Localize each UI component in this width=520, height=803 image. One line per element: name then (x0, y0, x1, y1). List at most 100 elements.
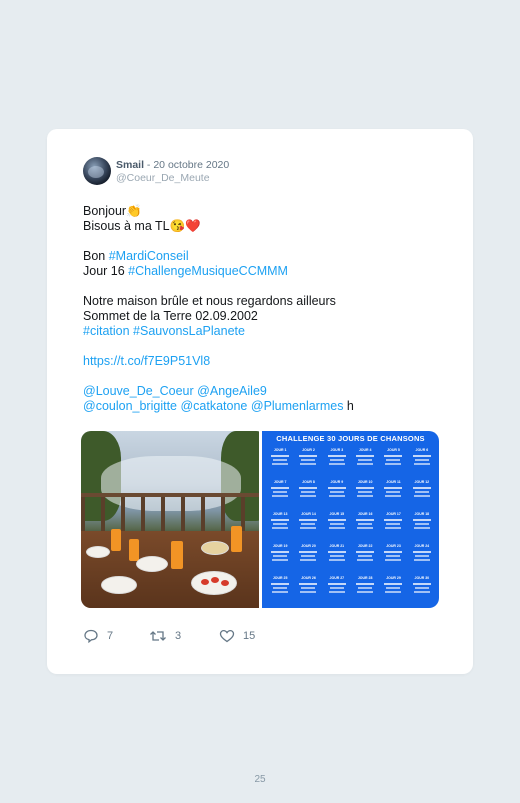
poster-day: JOUR 24 (410, 544, 434, 570)
poster-day: JOUR 27 (325, 576, 349, 602)
poster-day-label: JOUR 21 (329, 544, 345, 548)
tweet-media: CHALLENGE 30 JOURS DE CHANSONS JOUR 1 JOU… (81, 431, 439, 608)
hashtag-link[interactable]: #SauvonsLaPlanete (133, 324, 245, 338)
reply-button[interactable]: 7 (83, 629, 113, 643)
poster-day-label: JOUR 18 (414, 512, 430, 516)
poster-title: CHALLENGE 30 JOURS DE CHANSONS (276, 434, 425, 443)
poster-day: JOUR 14 (296, 512, 320, 538)
author-handle[interactable]: @Coeur_De_Meute (116, 172, 210, 184)
text-line: Bonjour👏 (83, 204, 142, 218)
poster-grid: JOUR 1 JOUR 2 JOUR 3 JOUR 4 JOUR 5 JOUR 6 JOUR… (268, 448, 434, 602)
hashtag-link[interactable]: #MardiConseil (109, 249, 189, 263)
text-line: Bon #MardiConseil (83, 249, 443, 264)
poster-day-label: JOUR 25 (272, 576, 288, 580)
page-number: 25 (254, 774, 266, 785)
text-line: Bisous à ma TL😘❤️ (83, 219, 201, 233)
poster-day-label: JOUR 13 (272, 512, 288, 516)
poster-day: JOUR 23 (381, 544, 405, 570)
poster-day: JOUR 1 (268, 448, 292, 474)
poster-day: JOUR 11 (381, 480, 405, 506)
heart-icon (219, 629, 235, 643)
poster-day-label: JOUR 28 (357, 576, 373, 580)
url-link[interactable]: https://t.co/f7E9P51Vl8 (83, 354, 210, 368)
mention-link[interactable]: @AngeAile9 (197, 384, 267, 398)
poster-day: JOUR 26 (296, 576, 320, 602)
poster-day: JOUR 22 (353, 544, 377, 570)
mention-link[interactable]: @coulon_brigitte (83, 399, 177, 413)
text-span: h (343, 399, 354, 413)
poster-day-label: JOUR 15 (329, 512, 345, 516)
text-line: Sommet de la Terre 02.09.2002 (83, 309, 258, 323)
mention-link[interactable]: @Louve_De_Coeur (83, 384, 194, 398)
poster-day: JOUR 17 (381, 512, 405, 538)
poster-day: JOUR 25 (268, 576, 292, 602)
breakfast-photo[interactable] (81, 431, 259, 608)
poster-day: JOUR 15 (325, 512, 349, 538)
poster-day-label: JOUR 11 (386, 480, 401, 484)
text-line: @Louve_De_Coeur @AngeAile9 (83, 384, 443, 399)
like-button[interactable]: 15 (219, 629, 255, 643)
poster-day-label: JOUR 14 (301, 512, 316, 516)
mention-link[interactable]: @catkatone (180, 399, 247, 413)
mention-link[interactable]: @Plumenlarmes (251, 399, 344, 413)
poster-day-label: JOUR 2 (302, 448, 315, 452)
poster-day: JOUR 8 (296, 480, 320, 506)
text-span: Bon (83, 249, 109, 263)
retweet-count: 3 (175, 630, 182, 642)
poster-day-label: JOUR 29 (386, 576, 401, 580)
poster-day: JOUR 28 (353, 576, 377, 602)
like-count: 15 (243, 630, 256, 642)
poster-day-label: JOUR 6 (415, 448, 429, 452)
tweet-card: Smail - 20 octobre 2020 @Coeur_De_Meute … (47, 129, 473, 674)
poster-day: JOUR 12 (410, 480, 434, 506)
poster-day: JOUR 6 (410, 448, 434, 474)
poster-day: JOUR 21 (325, 544, 349, 570)
text-line: @coulon_brigitte @catkatone @Plumenlarme… (83, 399, 443, 414)
tweet-date: - 20 octobre 2020 (144, 159, 230, 171)
poster-day-label: JOUR 26 (301, 576, 316, 580)
poster-day-label: JOUR 20 (301, 544, 316, 548)
poster-day: JOUR 19 (268, 544, 292, 570)
text-line: Notre maison brûle et nous regardons ail… (83, 294, 336, 308)
avatar[interactable] (83, 157, 111, 185)
poster-day-label: JOUR 16 (357, 512, 373, 516)
poster-day: JOUR 18 (410, 512, 434, 538)
poster-day-label: JOUR 17 (386, 512, 401, 516)
poster-day-label: JOUR 8 (302, 480, 315, 484)
poster-day: JOUR 7 (268, 480, 292, 506)
poster-day: JOUR 2 (296, 448, 320, 474)
retweet-icon (150, 631, 166, 641)
poster-day: JOUR 20 (296, 544, 320, 570)
poster-day-label: JOUR 5 (387, 448, 400, 452)
poster-day: JOUR 29 (381, 576, 405, 602)
poster-day-label: JOUR 24 (414, 544, 430, 548)
poster-day: JOUR 16 (353, 512, 377, 538)
hashtag-link[interactable]: #citation (83, 324, 130, 338)
reply-icon (84, 629, 98, 643)
poster-day-label: JOUR 7 (273, 480, 287, 484)
poster-day-label: JOUR 1 (273, 448, 287, 452)
text-line: https://t.co/f7E9P51Vl8 (83, 354, 443, 369)
hashtag-link[interactable]: #ChallengeMusiqueCCMMM (128, 264, 288, 278)
poster-day-label: JOUR 27 (329, 576, 345, 580)
retweet-button[interactable]: 3 (149, 629, 181, 643)
poster-day-label: JOUR 19 (272, 544, 288, 548)
poster-day: JOUR 13 (268, 512, 292, 538)
reply-count: 7 (107, 630, 114, 642)
poster-day-label: JOUR 10 (357, 480, 373, 484)
text-line: Jour 16 #ChallengeMusiqueCCMMM (83, 264, 443, 279)
poster-day: JOUR 10 (353, 480, 377, 506)
author-name[interactable]: Smail (116, 159, 144, 171)
poster-day-label: JOUR 3 (330, 448, 344, 452)
text-line: #citation #SauvonsLaPlanete (83, 324, 443, 339)
poster-day: JOUR 5 (381, 448, 405, 474)
author-line: Smail - 20 octobre 2020 (116, 159, 229, 171)
poster-day-label: JOUR 9 (330, 480, 344, 484)
poster-day-label: JOUR 22 (357, 544, 373, 548)
challenge-poster[interactable]: CHALLENGE 30 JOURS DE CHANSONS JOUR 1 JOU… (262, 431, 439, 608)
poster-day-label: JOUR 23 (386, 544, 401, 548)
poster-day-label: JOUR 12 (414, 480, 430, 484)
poster-day: JOUR 4 (353, 448, 377, 474)
poster-day-label: JOUR 30 (414, 576, 430, 580)
poster-day: JOUR 3 (325, 448, 349, 474)
